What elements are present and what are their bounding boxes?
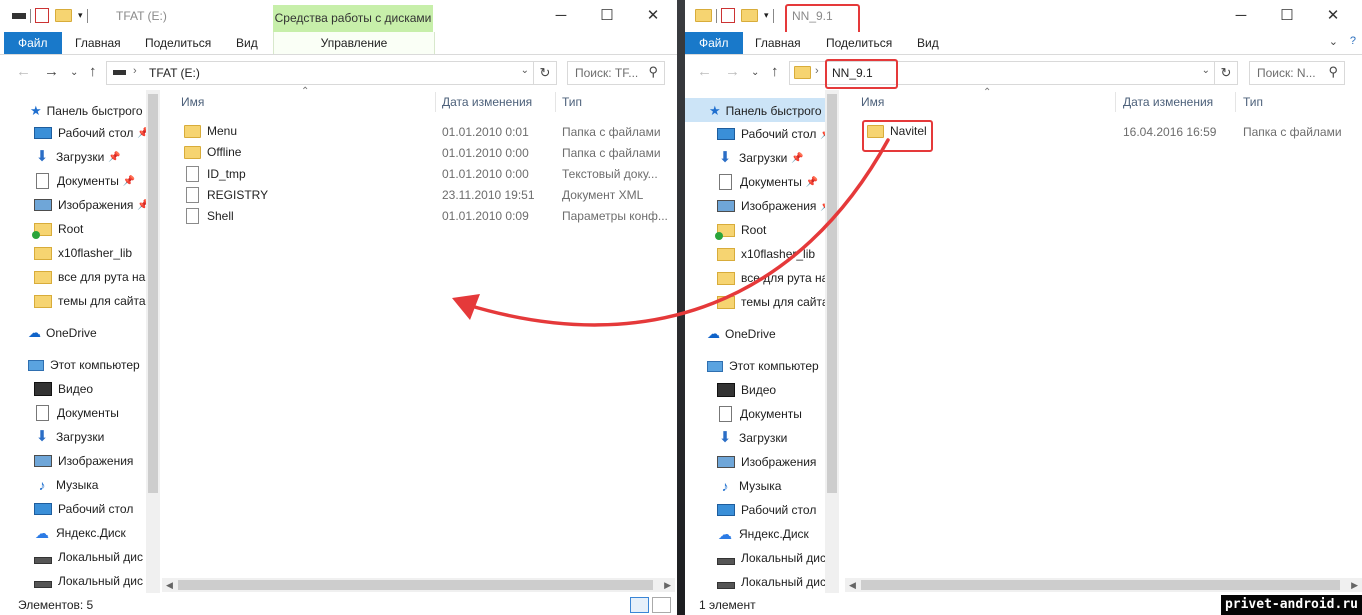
drag-arrow [452,138,890,327]
arrow-line [466,138,890,327]
watermark: privet-android.ru [1220,595,1362,615]
